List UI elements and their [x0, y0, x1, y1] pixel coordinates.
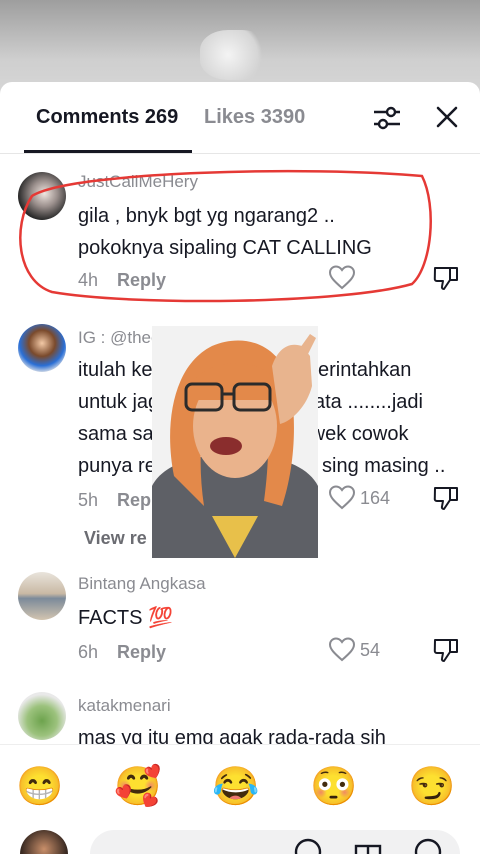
reply-button[interactable]: Repl [117, 490, 156, 510]
comment-item: katakmenari mas yg itu emg agak rada-rad… [0, 692, 480, 752]
close-icon [436, 106, 458, 128]
reply-button[interactable]: Reply [117, 642, 166, 662]
view-replies-link[interactable]: View re [84, 528, 147, 549]
dislike-button[interactable] [432, 636, 460, 664]
tab-comments[interactable]: Comments 269 [36, 106, 178, 129]
comments-sheet: Comments 269 Likes 3390 JustCallMeHery g… [0, 82, 480, 854]
avatar[interactable] [18, 692, 66, 740]
heart-icon [328, 485, 356, 510]
dislike-button[interactable] [432, 484, 460, 512]
thumbs-down-icon [433, 487, 458, 510]
comment-text-line: sing masing .. [322, 455, 446, 477]
avatar[interactable] [18, 572, 66, 620]
comment-meta: 5h Repl [78, 490, 156, 511]
video-frame-object [200, 30, 270, 80]
emoji-picker-icon[interactable] [412, 836, 444, 854]
comment-username[interactable]: Bintang Angkasa [78, 574, 206, 594]
like-count: 54 [360, 640, 381, 660]
comments-header: Comments 269 Likes 3390 [0, 82, 480, 154]
comment-text-line: erintahkan [318, 359, 412, 381]
filter-button[interactable] [372, 104, 402, 132]
like-button[interactable]: 164 [328, 484, 408, 514]
comment-input[interactable] [90, 830, 460, 854]
like-count: 164 [360, 488, 391, 508]
comment-username[interactable]: katakmenari [78, 696, 171, 716]
creator-portrait [152, 326, 318, 558]
comment-text-line: punya re [78, 455, 156, 477]
comment-text: FACTS 💯 [78, 607, 173, 629]
current-user-avatar[interactable] [20, 830, 68, 854]
sliders-icon [374, 106, 400, 130]
emoji-quick-bar: 😁 🥰 😂 😳 😏 [0, 744, 480, 828]
thumbs-down-icon [433, 639, 458, 662]
emoji-smirk-button[interactable]: 😏 [408, 765, 456, 809]
like-button[interactable]: 54 [328, 636, 408, 666]
comment-meta: 6h Reply [78, 642, 166, 663]
mention-icon[interactable] [292, 836, 324, 854]
comment-item: Bintang Angkasa FACTS 💯 6h Reply 54 [0, 568, 480, 668]
tab-likes[interactable]: Likes 3390 [204, 106, 305, 129]
annotation-oval [19, 169, 432, 303]
comment-time: 5h [78, 490, 99, 510]
emoji-grin-button[interactable]: 😁 [16, 765, 64, 809]
close-button[interactable] [434, 104, 460, 130]
creator-video-overlay [152, 326, 318, 558]
comment-time: 6h [78, 642, 99, 662]
emoji-laugh-button[interactable]: 😂 [212, 765, 260, 809]
avatar[interactable] [18, 324, 66, 372]
comment-text-line: ata ........jadi [314, 391, 423, 413]
gift-icon[interactable] [352, 836, 384, 854]
emoji-hearts-button[interactable]: 🥰 [114, 765, 162, 809]
thumbs-down-icon [433, 267, 458, 290]
comment-input-bar [0, 828, 480, 854]
emoji-flushed-button[interactable]: 😳 [310, 765, 358, 809]
dislike-button[interactable] [432, 264, 460, 292]
active-tab-indicator [24, 150, 192, 153]
heart-icon [328, 637, 356, 662]
